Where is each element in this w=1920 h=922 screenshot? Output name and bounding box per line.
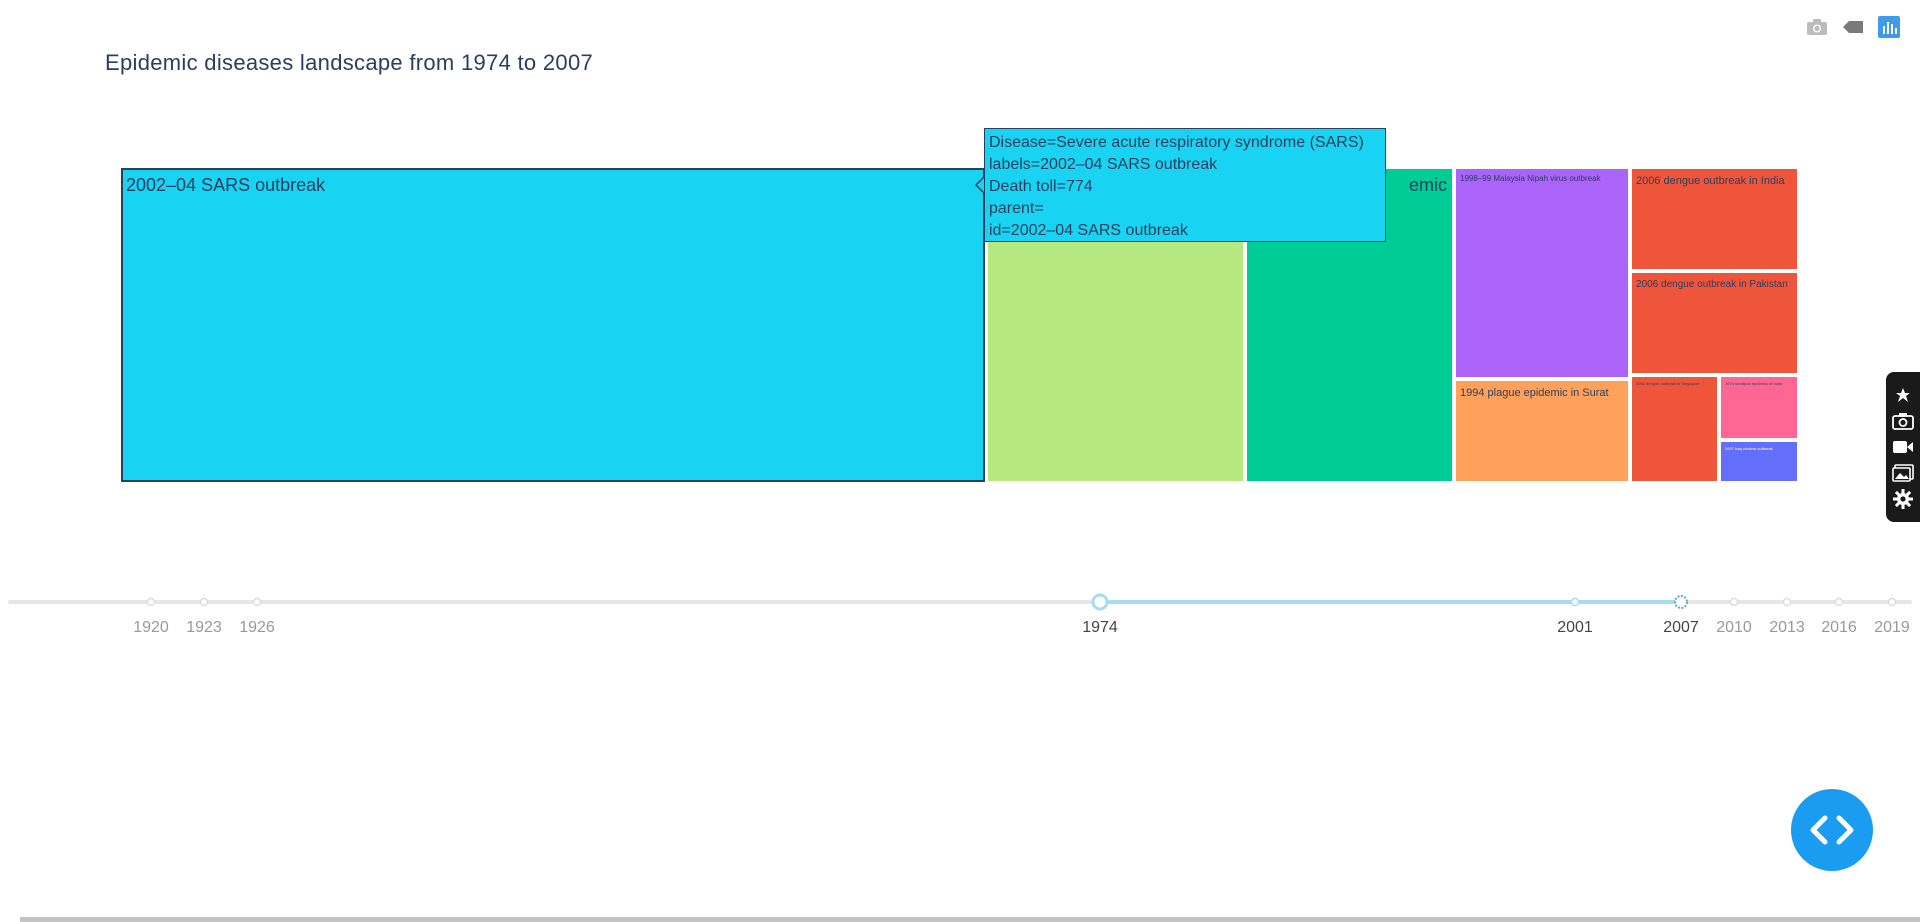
treemap-tile-label: 1974 smallpox epidemic of India [1725, 381, 1783, 386]
slider-tick-dot[interactable] [1729, 597, 1739, 607]
treemap-tile[interactable] [1456, 169, 1628, 377]
horizontal-scrollbar[interactable] [20, 917, 1920, 922]
slider-tick-label: 1974 [1082, 619, 1118, 636]
slider-tick-label: 1920 [133, 619, 169, 636]
video-icon[interactable] [1890, 435, 1916, 459]
slider-tick-dot[interactable] [1570, 597, 1580, 607]
treemap-tile-label: 2006 dengue outbreak in India [1636, 175, 1786, 187]
treemap-tile-label: 2005 dengue outbreak in Singapore [1636, 381, 1700, 386]
treemap-tile-label: 1994 plague epidemic in Surat [1460, 387, 1609, 399]
slider-tick-label: 2013 [1769, 619, 1805, 636]
treemap-tile[interactable] [1721, 377, 1797, 438]
slider-handle-start[interactable] [1091, 593, 1109, 611]
hover-tooltip: Disease=Severe acute respiratory syndrom… [984, 128, 1386, 242]
treemap-tile-label: 2007 Iraq cholera outbreak [1725, 446, 1773, 451]
slider-tick-dot[interactable] [252, 597, 262, 607]
treemap-tile-label: 2002–04 SARS outbreak [126, 175, 326, 195]
year-range-slider[interactable]: 1920 1923 1926 1974 2001 2007 2010 2013 2016 2019 [0, 580, 1920, 640]
slider-tick-label: 1923 [186, 619, 222, 636]
treemap-tile-label: 1998–99 Malaysia Nipah virus outbreak [1460, 174, 1602, 183]
slider-tick-label: 2016 [1821, 619, 1857, 636]
slider-tick-label: 2019 [1874, 619, 1910, 636]
treemap-tile-label: 2006 dengue outbreak in Pakistan [1636, 279, 1788, 290]
pin-icon[interactable] [1890, 383, 1916, 407]
slider-tick-label: 2007 [1663, 619, 1699, 636]
gear-icon[interactable] [1890, 487, 1916, 511]
code-toggle-button[interactable] [1791, 789, 1873, 871]
slider-tick-label: 1926 [239, 619, 275, 636]
tooltip-line: Death toll=774 [989, 178, 1093, 195]
image-gallery-icon[interactable] [1890, 461, 1916, 485]
slider-tick-dot[interactable] [1887, 597, 1897, 607]
code-icon [1810, 815, 1854, 845]
slider-tick-dot[interactable] [146, 597, 156, 607]
slider-tick-dot[interactable] [1782, 597, 1792, 607]
slider-tick-dot[interactable] [199, 597, 209, 607]
tooltip-line: labels=2002–04 SARS outbreak [989, 156, 1218, 173]
treemap-tile-label: emic [1409, 175, 1447, 195]
slider-tick-label: 2001 [1557, 619, 1593, 636]
tooltip-line: id=2002–04 SARS outbreak [989, 222, 1188, 239]
side-toolbar [1886, 372, 1920, 522]
treemap-chart: 2002–04 SARS outbreak emic 1998–99 Malaysi… [121, 168, 1797, 482]
slider-tick-label: 2010 [1716, 619, 1752, 636]
tooltip-line: Disease=Severe acute respiratory syndrom… [989, 134, 1364, 151]
tooltip-line: parent= [989, 200, 1044, 217]
camera-icon[interactable] [1890, 409, 1916, 433]
slider-tick-dot[interactable] [1834, 597, 1844, 607]
treemap-tile[interactable] [1632, 377, 1717, 481]
treemap-tile[interactable] [121, 168, 985, 482]
slider-handle-end[interactable] [1674, 595, 1688, 609]
